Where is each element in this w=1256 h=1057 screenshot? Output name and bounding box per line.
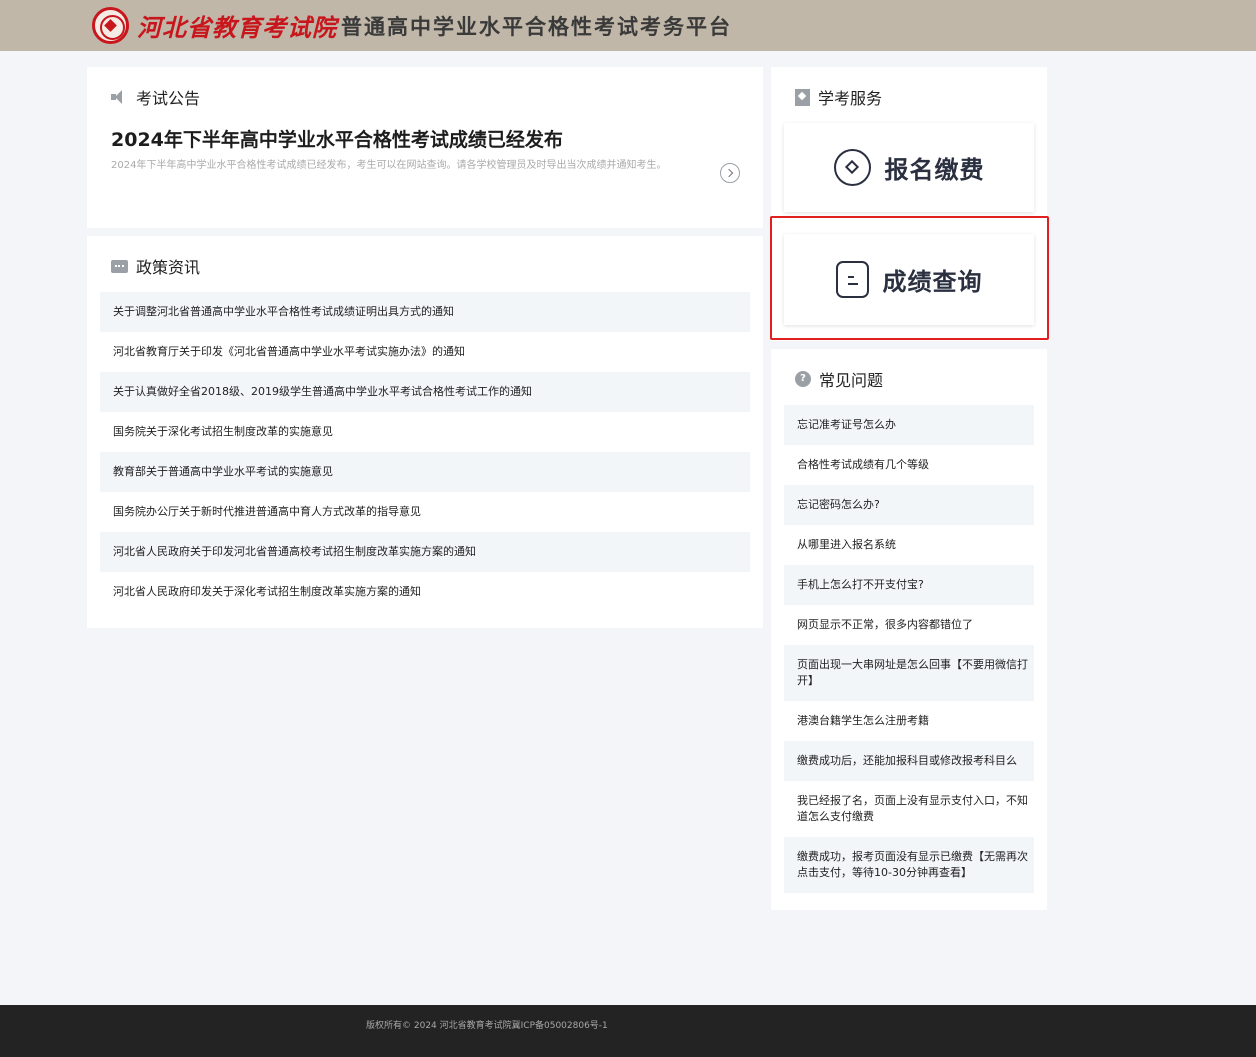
policy-section-header: 政策资讯 bbox=[111, 254, 200, 278]
policy-item[interactable]: 国务院办公厅关于新时代推进普通高中育人方式改革的指导意见 bbox=[100, 492, 750, 532]
policy-item[interactable]: 河北省人民政府印发关于深化考试招生制度改革实施方案的通知 bbox=[100, 572, 750, 612]
site-logo[interactable]: 河北省教育考试院 bbox=[92, 6, 337, 44]
register-icon bbox=[833, 149, 871, 186]
notice-section-title: 考试公告 bbox=[136, 89, 201, 108]
faq-item[interactable]: 网页显示不正常，很多内容都错位了 bbox=[784, 605, 1034, 645]
policy-item[interactable]: 河北省教育厅关于印发《河北省普通高中学业水平考试实施办法》的通知 bbox=[100, 332, 750, 372]
faq-section-header: ? 常见问题 bbox=[795, 367, 883, 391]
policy-news-card: 政策资讯 关于调整河北省普通高中学业水平合格性考试成绩证明出具方式的通知 河北省… bbox=[87, 236, 763, 628]
faq-item[interactable]: 页面出现一大串网址是怎么回事【不要用微信打开】 bbox=[784, 645, 1034, 701]
notice-section-header: 考试公告 bbox=[111, 85, 200, 109]
service-section-header: 学考服务 bbox=[795, 85, 882, 109]
faq-item[interactable]: 缴费成功后，还能加报科目或修改报考科目么 bbox=[784, 741, 1034, 781]
faq-item[interactable]: 缴费成功，报考页面没有显示已缴费【无需再次点击支付，等待10-30分钟再查看】 bbox=[784, 837, 1034, 893]
faq-card: ? 常见问题 忘记准考证号怎么办 合格性考试成绩有几个等级 忘记密码怎么办? 从… bbox=[771, 349, 1047, 910]
question-icon: ? bbox=[795, 371, 811, 387]
exam-service-card: 学考服务 报名缴费 成绩查询 bbox=[771, 67, 1047, 341]
score-query-button[interactable]: 成绩查询 bbox=[784, 234, 1034, 325]
policy-item[interactable]: 关于认真做好全省2018级、2019级学生普通高中学业水平考试合格性考试工作的通… bbox=[100, 372, 750, 412]
chat-icon bbox=[111, 259, 128, 273]
score-query-label: 成绩查询 bbox=[882, 268, 983, 296]
policy-item[interactable]: 国务院关于深化考试招生制度改革的实施意见 bbox=[100, 412, 750, 452]
faq-item[interactable]: 忘记密码怎么办? bbox=[784, 485, 1034, 525]
chevron-right-circle-icon[interactable] bbox=[720, 163, 740, 183]
faq-item[interactable]: 手机上怎么打不开支付宝? bbox=[784, 565, 1034, 605]
register-pay-label: 报名缴费 bbox=[884, 156, 985, 184]
document-icon bbox=[835, 261, 869, 298]
platform-title: 普通高中学业水平合格性考试考务平台 bbox=[341, 15, 732, 39]
copyright-text: 版权所有© 2024 河北省教育考试院冀ICP备05002806号-1 bbox=[366, 1021, 608, 1031]
faq-section-title: 常见问题 bbox=[819, 371, 884, 390]
policy-section-title: 政策资讯 bbox=[136, 258, 201, 277]
service-section-title: 学考服务 bbox=[818, 89, 883, 108]
exam-notice-card: 考试公告 2024年下半年高中学业水平合格性考试成绩已经发布 2024年下半年高… bbox=[87, 67, 763, 228]
faq-item[interactable]: 港澳台籍学生怎么注册考籍 bbox=[784, 701, 1034, 741]
notice-headline[interactable]: 2024年下半年高中学业水平合格性考试成绩已经发布 bbox=[111, 125, 563, 152]
faq-item[interactable]: 合格性考试成绩有几个等级 bbox=[784, 445, 1034, 485]
faq-item[interactable]: 我已经报了名，页面上没有显示支付入口，不知道怎么支付缴费 bbox=[784, 781, 1034, 837]
speaker-icon bbox=[111, 90, 128, 104]
notice-description: 2024年下半年高中学业水平合格性考试成绩已经发布，考生可以在网站查询。请各学校… bbox=[111, 160, 667, 171]
policy-item[interactable]: 河北省人民政府关于印发河北省普通高校考试招生制度改革实施方案的通知 bbox=[100, 532, 750, 572]
emblem-icon bbox=[92, 6, 129, 44]
policy-list: 关于调整河北省普通高中学业水平合格性考试成绩证明出具方式的通知 河北省教育厅关于… bbox=[100, 292, 750, 612]
policy-item[interactable]: 教育部关于普通高中学业水平考试的实施意见 bbox=[100, 452, 750, 492]
policy-item[interactable]: 关于调整河北省普通高中学业水平合格性考试成绩证明出具方式的通知 bbox=[100, 292, 750, 332]
site-header: 河北省教育考试院 普通高中学业水平合格性考试考务平台 bbox=[0, 0, 1256, 51]
faq-item[interactable]: 忘记准考证号怎么办 bbox=[784, 405, 1034, 445]
bookmark-icon bbox=[795, 88, 810, 106]
org-name: 河北省教育考试院 bbox=[137, 13, 337, 42]
site-footer: 版权所有© 2024 河北省教育考试院冀ICP备05002806号-1 bbox=[0, 1005, 1256, 1057]
faq-list: 忘记准考证号怎么办 合格性考试成绩有几个等级 忘记密码怎么办? 从哪里进入报名系… bbox=[784, 405, 1034, 893]
register-pay-button[interactable]: 报名缴费 bbox=[784, 123, 1034, 212]
faq-item[interactable]: 从哪里进入报名系统 bbox=[784, 525, 1034, 565]
